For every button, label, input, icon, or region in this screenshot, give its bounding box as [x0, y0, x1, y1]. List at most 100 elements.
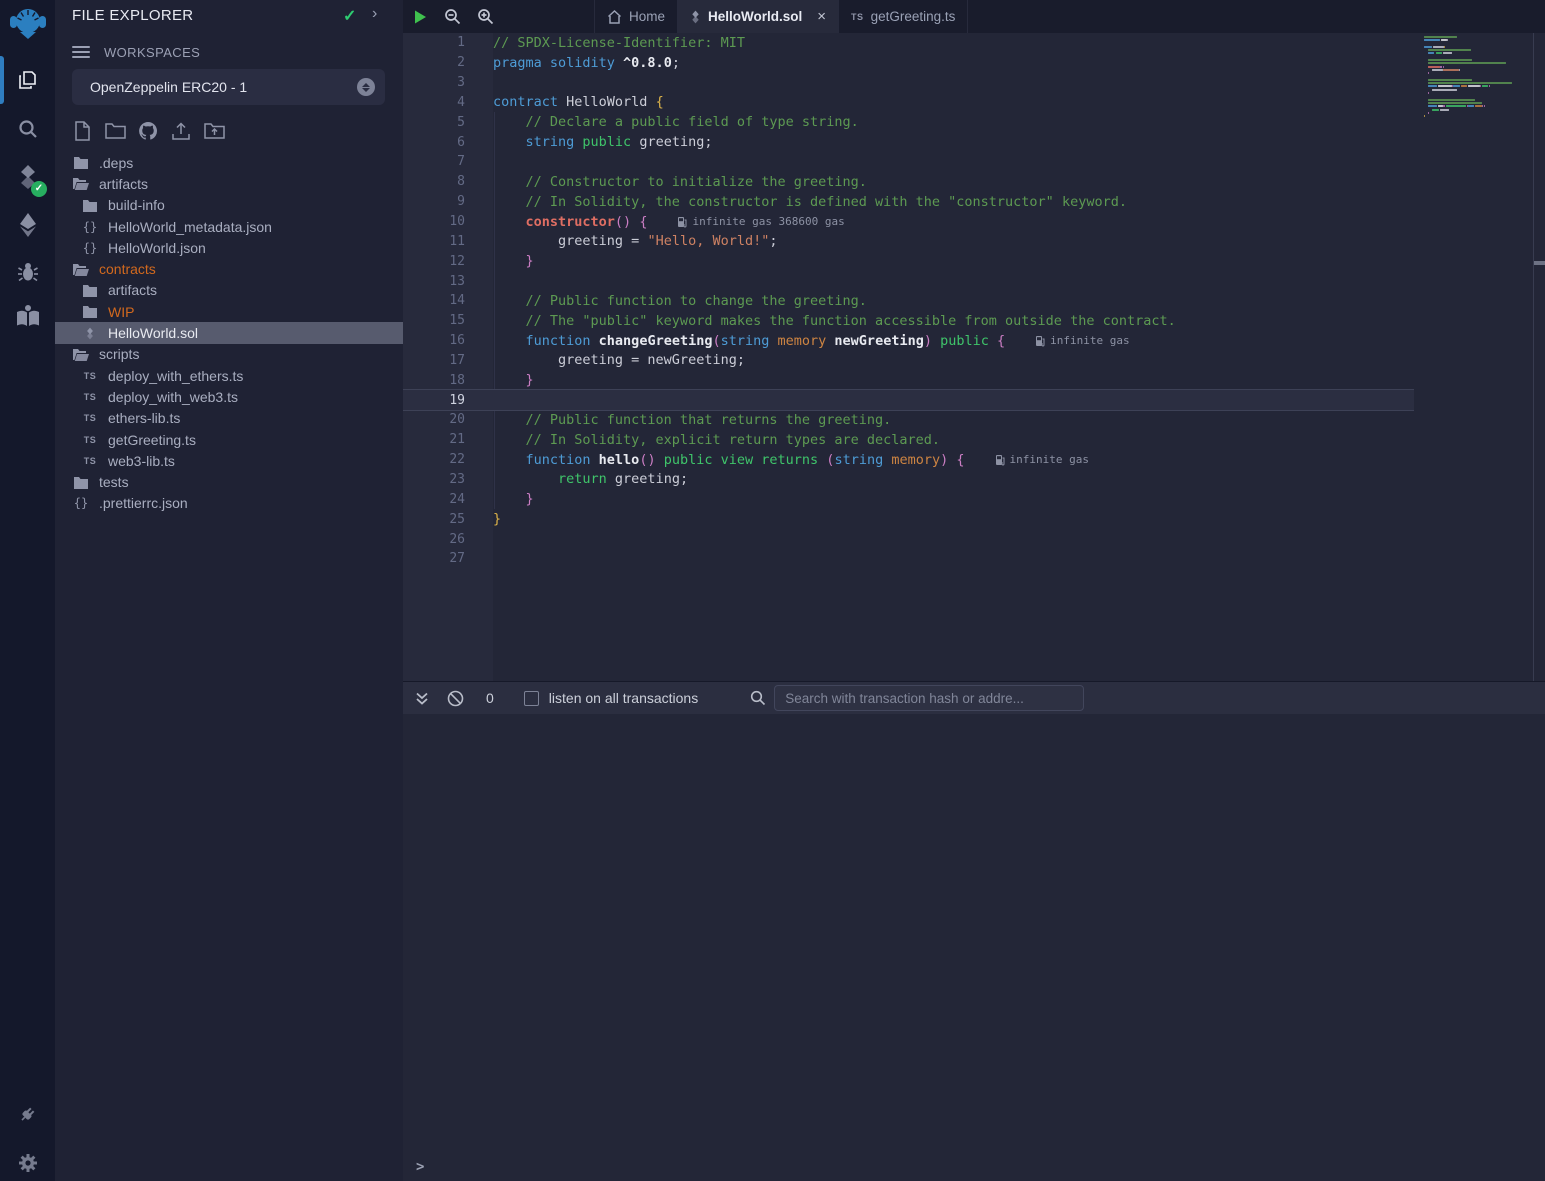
code-line[interactable]: 26 [403, 529, 1545, 549]
sidebar-item-file-explorer[interactable] [0, 58, 55, 102]
tree-item-web3-lib-ts[interactable]: TSweb3-lib.ts [55, 450, 403, 471]
code-line[interactable]: 10 constructor() {infinite gas 368600 ga… [403, 212, 1545, 232]
line-content: pragma solidity ^0.8.0; [465, 55, 680, 71]
code-line[interactable]: 5 // Declare a public field of type stri… [403, 112, 1545, 132]
tree-item-helloworld-sol[interactable]: HelloWorld.sol [55, 322, 403, 343]
code-editor[interactable]: 1// SPDX-License-Identifier: MIT2pragma … [403, 33, 1545, 681]
tree-item-tests[interactable]: tests [55, 471, 403, 492]
tree-item-label: HelloWorld.sol [108, 325, 198, 341]
close-tab-icon[interactable]: × [817, 8, 826, 25]
sidebar-item-settings[interactable] [0, 1141, 55, 1181]
scrollbar-thumb[interactable] [1534, 261, 1545, 265]
debugger-icon [16, 260, 40, 284]
ts-icon: TS [80, 456, 100, 466]
terminal-prompt[interactable]: > [416, 1159, 424, 1175]
run-script-button[interactable] [403, 0, 436, 33]
new-folder-icon[interactable] [104, 121, 126, 141]
sidebar-item-learn[interactable] [0, 294, 55, 338]
listen-transactions-checkbox[interactable] [524, 691, 539, 706]
clear-console-icon[interactable] [447, 690, 464, 707]
code-line[interactable]: 18 } [403, 370, 1545, 390]
tab-helloworld-sol[interactable]: HelloWorld.sol × [678, 0, 839, 33]
sidebar-item-deploy-run[interactable] [0, 203, 55, 247]
code-line[interactable]: 12 } [403, 251, 1545, 271]
tree-item-contracts[interactable]: contracts [55, 258, 403, 279]
code-line[interactable]: 11 greeting = "Hello, World!"; [403, 231, 1545, 251]
tree-item-scripts[interactable]: scripts [55, 344, 403, 365]
code-line[interactable]: 23 return greeting; [403, 470, 1545, 490]
workspace-selected-value: OpenZeppelin ERC20 - 1 [90, 79, 357, 95]
chevron-right-icon[interactable]: › [372, 5, 377, 23]
learn-icon [15, 304, 41, 328]
transaction-search-input[interactable] [774, 685, 1084, 711]
upload-file-icon[interactable] [170, 121, 192, 141]
main-panel: Home HelloWorld.sol × TS getGreeting.ts … [403, 0, 1545, 1181]
listen-transactions-label[interactable]: listen on all transactions [549, 690, 698, 706]
sidebar-item-search[interactable] [0, 107, 55, 151]
code-line[interactable]: 17 greeting = newGreeting; [403, 351, 1545, 371]
workspace-sort-icon[interactable] [357, 78, 375, 96]
tree-item-deploy-with-ethers-ts[interactable]: TSdeploy_with_ethers.ts [55, 365, 403, 386]
code-line[interactable]: 19 [403, 390, 1414, 410]
tree-item-artifacts[interactable]: artifacts [55, 173, 403, 194]
sidebar-item-solidity-compiler[interactable]: ✓ [0, 155, 55, 199]
zoom-in-icon[interactable] [469, 0, 502, 33]
line-number: 13 [403, 274, 465, 289]
line-content: string public greeting; [465, 134, 712, 150]
github-icon[interactable] [137, 121, 159, 141]
ts-icon: TS [80, 371, 100, 381]
code-line[interactable]: 15 // The "public" keyword makes the fun… [403, 311, 1545, 331]
code-line[interactable]: 8 // Constructor to initialize the greet… [403, 172, 1545, 192]
workspace-select[interactable]: OpenZeppelin ERC20 - 1 [72, 69, 385, 105]
code-line[interactable]: 16 function changeGreeting(string memory… [403, 331, 1545, 351]
code-line[interactable]: 24 } [403, 489, 1545, 509]
terminal-collapse-icon[interactable] [415, 691, 429, 706]
zoom-out-icon[interactable] [436, 0, 469, 33]
code-line[interactable]: 2pragma solidity ^0.8.0; [403, 53, 1545, 73]
code-line[interactable]: 3 [403, 73, 1545, 93]
tree-item-helloworld-json[interactable]: {}HelloWorld.json [55, 237, 403, 258]
tree-item--deps[interactable]: .deps [55, 152, 403, 173]
line-number: 12 [403, 254, 465, 269]
tree-item-artifacts[interactable]: artifacts [55, 280, 403, 301]
code-line[interactable]: 6 string public greeting; [403, 132, 1545, 152]
code-line[interactable]: 22 function hello() public view returns … [403, 450, 1545, 470]
code-line[interactable]: 21 // In Solidity, explicit return types… [403, 430, 1545, 450]
tab-getgreeting-ts[interactable]: TS getGreeting.ts [839, 0, 968, 33]
tree-item-ethers-lib-ts[interactable]: TSethers-lib.ts [55, 408, 403, 429]
settings-gear-icon [16, 1151, 40, 1175]
workspaces-menu-icon[interactable] [72, 43, 90, 61]
tab-home[interactable]: Home [594, 0, 678, 33]
code-line[interactable]: 20 // Public function that returns the g… [403, 410, 1545, 430]
tree-item-label: scripts [99, 346, 139, 362]
new-file-icon[interactable] [71, 121, 93, 141]
tree-item-wip[interactable]: WIP [55, 301, 403, 322]
line-content: // Public function to change the greetin… [465, 293, 867, 309]
tree-item-deploy-with-web3-ts[interactable]: TSdeploy_with_web3.ts [55, 386, 403, 407]
code-line[interactable]: 27 [403, 549, 1545, 569]
upload-folder-icon[interactable] [203, 121, 225, 141]
sidebar-item-debugger[interactable] [0, 250, 55, 294]
gas-estimate-badge: infinite gas [995, 453, 1089, 466]
terminal-toolbar: 0 listen on all transactions [403, 681, 1545, 714]
code-line[interactable]: 14 // Public function to change the gree… [403, 291, 1545, 311]
remix-logo[interactable] [0, 3, 55, 47]
line-content: greeting = newGreeting; [465, 352, 745, 368]
code-line[interactable]: 7 [403, 152, 1545, 172]
code-line[interactable]: 4contract HelloWorld { [403, 93, 1545, 113]
line-content: } [465, 511, 501, 527]
editor-minimap[interactable] [1424, 36, 1524, 125]
gas-estimate-badge: infinite gas 368600 gas [677, 215, 844, 228]
code-line[interactable]: 25} [403, 509, 1545, 529]
code-line[interactable]: 13 [403, 271, 1545, 291]
tree-item-helloworld-metadata-json[interactable]: {}HelloWorld_metadata.json [55, 216, 403, 237]
line-number: 11 [403, 234, 465, 249]
remix-logo-icon [6, 3, 50, 47]
tree-item--prettierrc-json[interactable]: {}.prettierrc.json [55, 493, 403, 514]
sidebar-item-plugin-manager[interactable] [0, 1092, 55, 1136]
code-line[interactable]: 1// SPDX-License-Identifier: MIT [403, 33, 1545, 53]
code-line[interactable]: 9 // In Solidity, the constructor is def… [403, 192, 1545, 212]
tree-item-build-info[interactable]: build-info [55, 195, 403, 216]
tree-item-label: artifacts [108, 282, 157, 298]
tree-item-getgreeting-ts[interactable]: TSgetGreeting.ts [55, 429, 403, 450]
